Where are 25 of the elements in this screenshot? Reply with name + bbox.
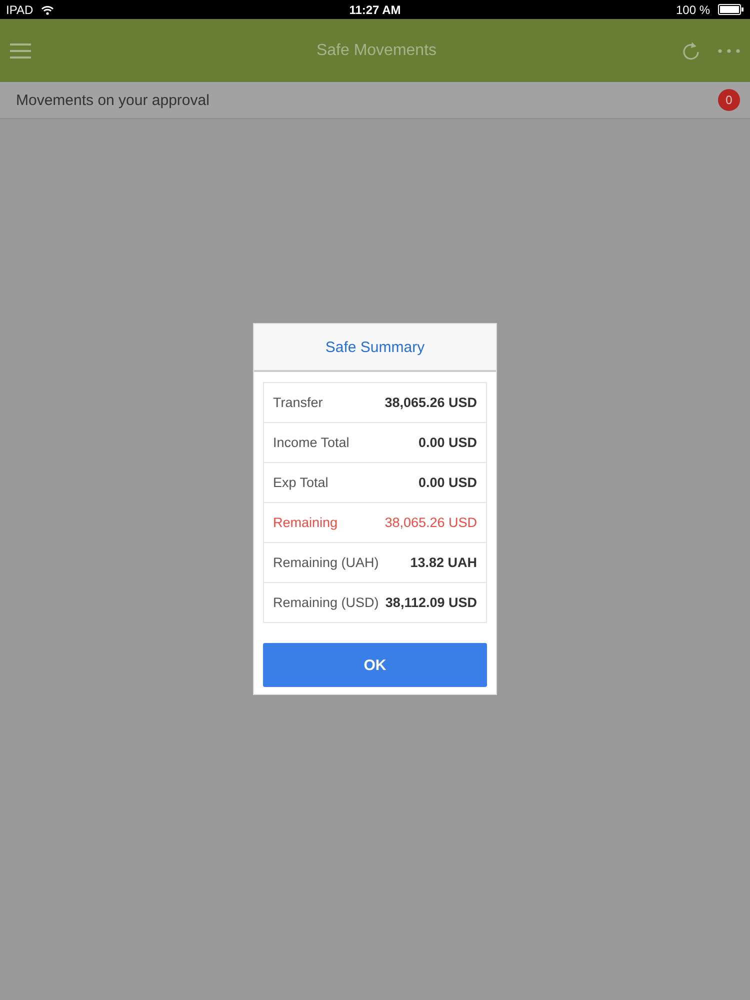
- approval-label: Movements on your approval: [16, 92, 210, 108]
- battery-icon: [718, 4, 744, 15]
- row-label: Income Total: [273, 435, 350, 450]
- row-label: Remaining: [273, 515, 338, 530]
- row-value: 0.00 USD: [418, 435, 477, 450]
- row-label: Transfer: [273, 395, 323, 410]
- menu-icon[interactable]: [10, 42, 31, 58]
- row-label: Exp Total: [273, 475, 328, 490]
- battery-percent: 100 %: [676, 2, 710, 16]
- header-title: Safe Movements: [315, 42, 438, 60]
- wifi-icon: [41, 4, 54, 14]
- row-label: Remaining (USD): [273, 595, 379, 610]
- device-name: IPAD: [6, 2, 34, 16]
- dialog-title: Safe Summary: [254, 324, 496, 372]
- ok-button[interactable]: OK: [263, 643, 487, 687]
- row-value: 0.00 USD: [418, 475, 477, 490]
- status-time: 11:27 AM: [349, 2, 401, 16]
- row-value: 38,065.26 USD: [384, 395, 477, 410]
- row-value: 38,065.26 USD: [384, 515, 477, 530]
- more-icon[interactable]: [718, 48, 740, 52]
- refresh-icon[interactable]: [682, 41, 700, 60]
- row-value: 13.82 UAH: [410, 555, 477, 570]
- count-badge: 0: [718, 89, 740, 111]
- row-label: Remaining (UAH): [273, 555, 379, 570]
- row-value: 38,112.09 USD: [385, 595, 477, 610]
